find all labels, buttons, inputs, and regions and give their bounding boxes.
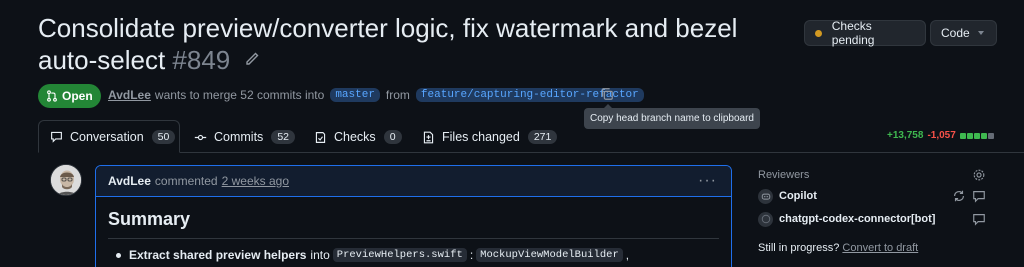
avatar-image: [51, 165, 81, 195]
chevron-down-icon: [977, 31, 984, 35]
gear-icon[interactable]: [972, 168, 986, 182]
pr-title: Consolidate preview/converter logic, fix…: [38, 12, 778, 76]
diffstat-block: [980, 132, 987, 139]
tab-files-changed[interactable]: Files changed 271: [422, 121, 558, 153]
pending-dot-icon: [815, 29, 822, 37]
commit-icon: [194, 134, 207, 140]
tab-conversation-count: 50: [151, 129, 176, 144]
file-diff-icon: [423, 131, 434, 143]
avatar[interactable]: [50, 164, 82, 196]
checklist-icon: [315, 131, 326, 143]
state-badge: Open: [38, 84, 101, 108]
pr-title-text: Consolidate preview/converter logic, fix…: [38, 13, 738, 75]
state-label: Open: [62, 89, 93, 103]
reviewer-row[interactable]: chatgpt-codex-connector[bot]: [758, 211, 935, 227]
tab-commits-count: 52: [271, 130, 295, 144]
comment-heading: Summary: [108, 209, 191, 229]
draft-prompt: Still in progress? Convert to draft: [758, 242, 918, 254]
copilot-icon: [758, 188, 773, 204]
reviewer-name: Copilot: [779, 190, 817, 202]
comment-icon[interactable]: [972, 189, 986, 203]
comment-icon: [51, 131, 62, 143]
code-button[interactable]: Code: [930, 20, 997, 46]
diffstat: +13,758 -1,057: [887, 130, 994, 141]
code-button-label: Code: [941, 26, 970, 40]
diffstat-block: [966, 132, 973, 139]
diffstat-block: [987, 132, 994, 139]
reviewer-name: chatgpt-codex-connector[bot]: [779, 213, 936, 225]
comment-icon[interactable]: [972, 212, 986, 226]
diffstat-block: [959, 132, 966, 139]
tab-files-count: 271: [527, 130, 558, 144]
bot-avatar-icon: [758, 211, 773, 227]
list-item: Extract shared preview helpers into Prev…: [116, 248, 629, 262]
still-text: Still in progress?: [758, 242, 840, 254]
base-branch[interactable]: master: [330, 88, 380, 102]
comment-header: AvdLee commented 2 weeks ago ···: [96, 166, 731, 197]
tab-checks-count: 0: [383, 130, 402, 144]
deletions-count: -1,057: [927, 130, 956, 141]
checks-pending-label: Checks pending: [831, 19, 875, 47]
diffstat-blocks: [959, 132, 994, 139]
sync-icon[interactable]: [952, 189, 966, 203]
bullet-comma: ,: [625, 248, 630, 262]
kebab-menu-icon[interactable]: ···: [698, 172, 717, 190]
tab-conversation-label: Conversation: [70, 129, 144, 144]
heading-divider: [108, 238, 719, 239]
copy-icon[interactable]: [600, 87, 614, 101]
comment-author[interactable]: AvdLee: [108, 174, 151, 188]
reviewers-heading: Reviewers: [758, 169, 810, 181]
convert-to-draft-link[interactable]: Convert to draft: [842, 242, 918, 254]
pencil-icon[interactable]: [244, 51, 260, 67]
comment-action: commented: [154, 174, 218, 188]
comment-timestamp[interactable]: 2 weeks ago: [222, 174, 289, 188]
merge-info: AvdLee wants to merge 52 commits into ma…: [108, 86, 650, 104]
checks-pending-button[interactable]: Checks pending: [804, 19, 926, 47]
pull-request-icon: [47, 90, 57, 102]
from-text: from: [385, 88, 410, 102]
tab-commits[interactable]: Commits 52: [194, 121, 295, 153]
tab-checks[interactable]: Checks 0: [314, 121, 402, 153]
reviewer-row[interactable]: Copilot: [758, 188, 817, 204]
inline-code: MockupViewModelBuilder: [476, 248, 623, 262]
tab-conversation[interactable]: Conversation 50: [38, 120, 180, 153]
tab-checks-label: Checks: [334, 130, 376, 144]
pr-number: #849: [172, 45, 231, 75]
diffstat-block: [973, 132, 980, 139]
tab-files-label: Files changed: [442, 130, 520, 144]
author-link[interactable]: AvdLee: [108, 88, 151, 102]
comment-card: AvdLee commented 2 weeks ago ··· Summary…: [95, 165, 732, 267]
inline-code: PreviewHelpers.swift: [332, 248, 467, 262]
bullet-into-text: into: [310, 248, 330, 262]
copy-branch-tooltip: Copy head branch name to clipboard: [584, 104, 760, 129]
bullet-bold-text: Extract shared preview helpers: [129, 248, 307, 262]
merge-text: wants to merge 52 commits into: [154, 88, 325, 102]
tab-commits-label: Commits: [214, 130, 264, 144]
additions-count: +13,758: [887, 130, 924, 141]
bullet-icon: [116, 252, 121, 258]
bullet-colon: :: [469, 248, 474, 262]
